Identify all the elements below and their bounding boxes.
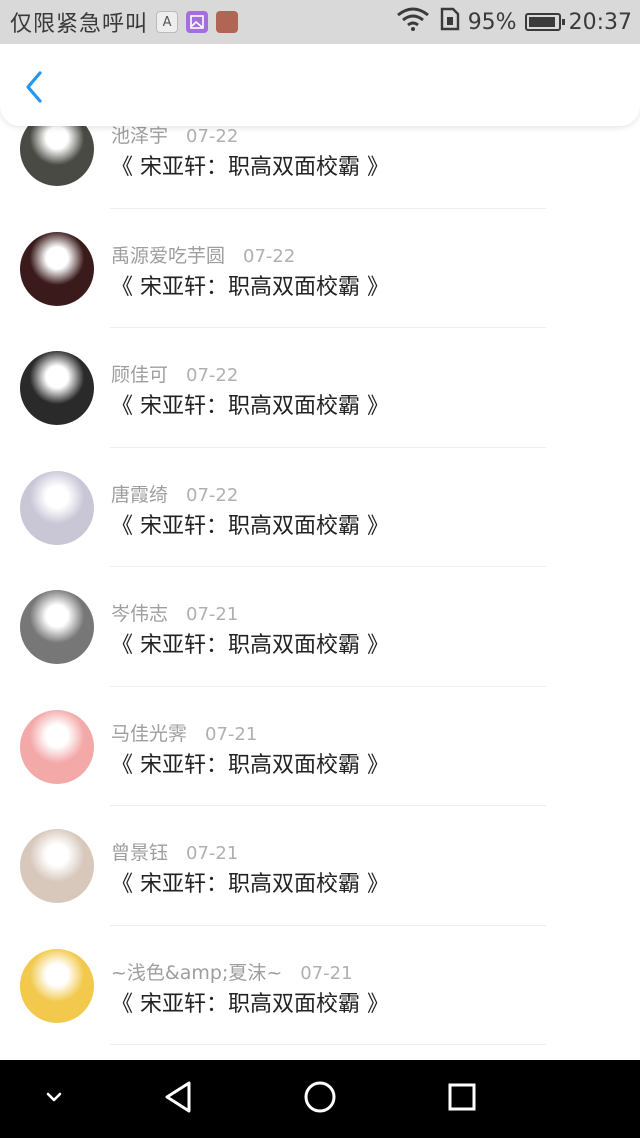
list-item[interactable]: 曾景钰 07-21 《 宋亚轩：职高双面校霸 》: [0, 806, 640, 926]
item-title[interactable]: 《 宋亚轩：职高双面校霸 》: [111, 269, 389, 301]
item-date: 07-21: [300, 962, 353, 984]
item-date: 07-22: [243, 245, 296, 267]
avatar[interactable]: [20, 470, 94, 545]
collapse-button[interactable]: [24, 1060, 84, 1138]
list-item[interactable]: 马佳光霁 07-21 《 宋亚轩：职高双面校霸 》: [0, 687, 640, 807]
recents-square-icon: [446, 1081, 478, 1117]
clock-time: 20:37: [568, 9, 632, 35]
user-name[interactable]: 曾景钰: [111, 842, 168, 864]
list-item[interactable]: 岑伟志 07-21 《 宋亚轩：职高双面校霸 》: [0, 567, 640, 687]
carrier-text: 仅限紧急呼叫: [10, 12, 149, 37]
user-name[interactable]: 顾佳可: [111, 364, 168, 386]
chevron-left-icon: [23, 70, 45, 108]
item-meta: 顾佳可 07-22: [111, 360, 238, 387]
item-meta: ~浅色&amp;夏沫~ 07-21: [111, 958, 353, 985]
item-title[interactable]: 《 宋亚轩：职高双面校霸 》: [111, 388, 389, 420]
back-button[interactable]: [16, 66, 52, 112]
avatar[interactable]: [20, 231, 94, 306]
user-name[interactable]: 池泽宇: [111, 126, 168, 147]
item-meta: 唐霞绮 07-22: [111, 480, 238, 507]
system-nav-bar: [0, 1060, 640, 1138]
app-icon: [216, 11, 239, 33]
user-name[interactable]: 岑伟志: [111, 603, 168, 625]
item-meta: 马佳光霁 07-21: [111, 719, 257, 746]
avatar[interactable]: [20, 590, 94, 664]
item-title[interactable]: 《 宋亚轩：职高双面校霸 》: [111, 747, 389, 779]
status-bar: 仅限紧急呼叫 A 95% 20:37: [0, 0, 640, 44]
item-date: 07-21: [205, 723, 258, 745]
item-meta: 曾景钰 07-21: [111, 838, 238, 865]
a-icon: A: [156, 11, 179, 33]
comment-list-inner: 池泽宇 07-22 《 宋亚轩：职高双面校霸 》禹源爱吃芋圆 07-22 《 宋亚轩：职…: [0, 126, 640, 1045]
avatar[interactable]: [20, 829, 94, 903]
home-circle-icon: [302, 1079, 338, 1119]
item-title[interactable]: 《 宋亚轩：职高双面校霸 》: [111, 508, 389, 540]
comment-list[interactable]: 池泽宇 07-22 《 宋亚轩：职高双面校霸 》禹源爱吃芋圆 07-22 《 宋亚轩：职…: [0, 126, 640, 1060]
user-name[interactable]: ~浅色&amp;夏沫~: [111, 962, 282, 984]
item-date: 07-21: [186, 604, 239, 625]
status-right-group: 95% 20:37: [396, 7, 632, 37]
list-item[interactable]: 禹源爱吃芋圆 07-22 《 宋亚轩：职高双面校霸 》: [0, 209, 640, 329]
item-title[interactable]: 《 宋亚轩：职高双面校霸 》: [111, 627, 389, 659]
back-triangle-icon: [161, 1079, 195, 1119]
item-meta: 禹源爱吃芋圆 07-22: [111, 241, 295, 268]
list-item[interactable]: 池泽宇 07-22 《 宋亚轩：职高双面校霸 》: [0, 126, 640, 209]
item-meta: 池泽宇 07-22: [111, 126, 238, 148]
avatar[interactable]: [20, 948, 94, 1023]
avatar[interactable]: [20, 351, 94, 425]
item-date: 07-22: [186, 365, 239, 386]
list-item[interactable]: 顾佳可 07-22 《 宋亚轩：职高双面校霸 》: [0, 328, 640, 448]
list-item[interactable]: 唐霞绮 07-22 《 宋亚轩：职高双面校霸 》: [0, 448, 640, 568]
app-header: [0, 44, 640, 126]
item-title[interactable]: 《 宋亚轩：职高双面校霸 》: [111, 986, 389, 1018]
wifi-icon: [396, 7, 430, 37]
sim-icon: [438, 7, 460, 37]
item-title[interactable]: 《 宋亚轩：职高双面校霸 》: [111, 866, 389, 898]
item-title[interactable]: 《 宋亚轩：职高双面校霸 》: [111, 149, 389, 181]
item-date: 07-21: [186, 843, 239, 864]
user-name[interactable]: 唐霞绮: [111, 484, 168, 506]
app-screen: 仅限紧急呼叫 A 95% 20:37 池泽宇 07-22 《 宋亚轩：职高双面校…: [0, 0, 640, 1138]
item-date: 07-22: [186, 484, 239, 506]
collapse-icon: [42, 1089, 66, 1109]
list-item[interactable]: ~浅色&amp;夏沫~ 07-21 《 宋亚轩：职高双面校霸 》: [0, 926, 640, 1046]
avatar[interactable]: [20, 709, 94, 784]
battery-icon: [524, 13, 565, 31]
user-name[interactable]: 马佳光霁: [111, 723, 187, 745]
avatar[interactable]: [20, 126, 94, 186]
battery-percent: 95%: [467, 9, 517, 35]
user-name[interactable]: 禹源爱吃芋圆: [111, 245, 225, 267]
item-date: 07-22: [186, 126, 239, 147]
nav-home-button[interactable]: [290, 1060, 350, 1138]
photo-icon: [186, 11, 209, 33]
item-meta: 岑伟志 07-21: [111, 599, 238, 626]
nav-recents-button[interactable]: [432, 1060, 492, 1138]
nav-back-button[interactable]: [148, 1060, 208, 1138]
